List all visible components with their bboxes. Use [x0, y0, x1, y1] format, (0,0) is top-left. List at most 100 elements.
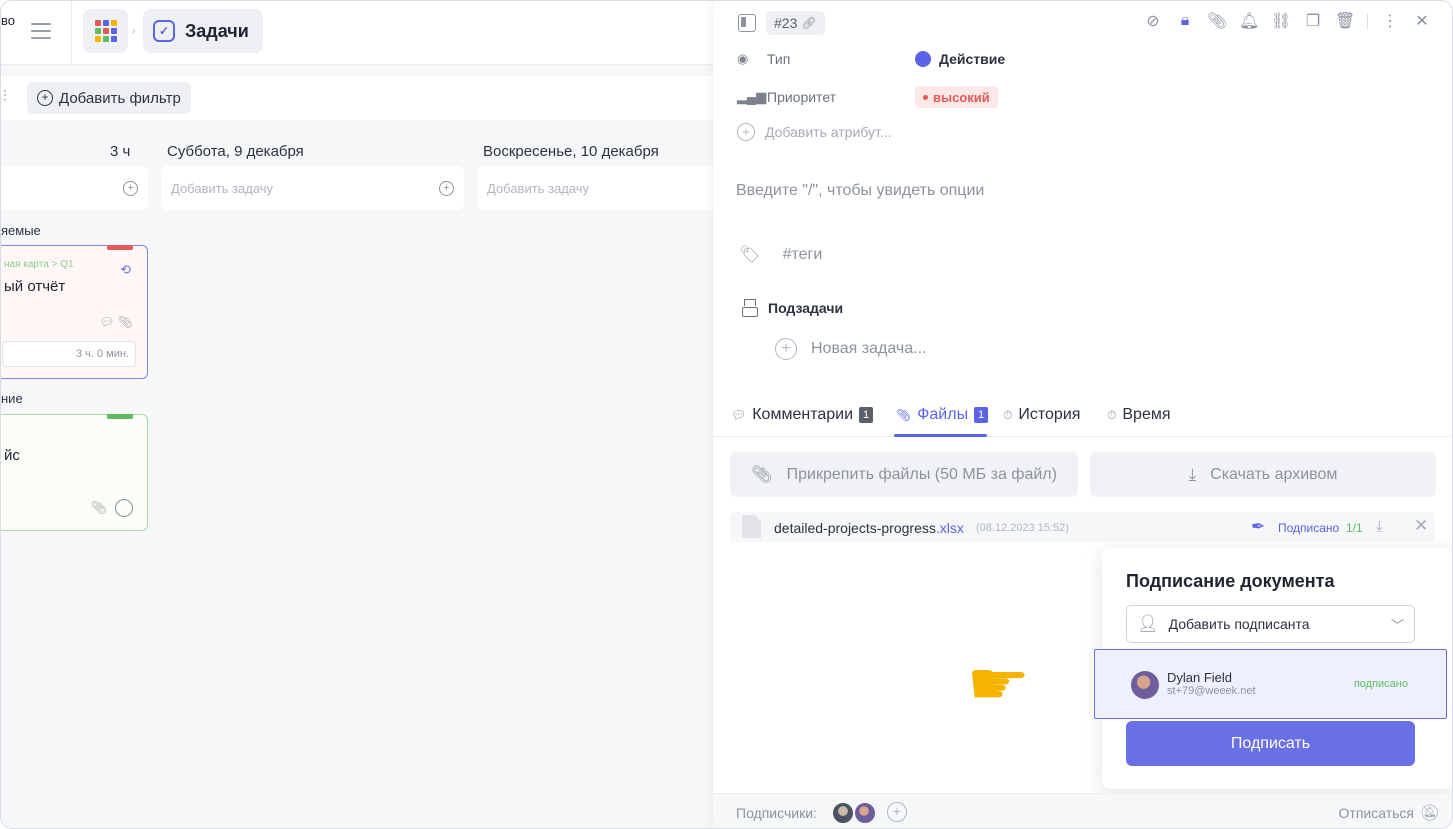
hierarchy-icon[interactable]: ⛓: [1271, 11, 1291, 31]
more-vertical-icon[interactable]: ⋮: [1380, 11, 1400, 31]
trash-icon[interactable]: 🗑︎: [1335, 11, 1355, 31]
priority-marker: [107, 414, 133, 419]
signed-count: 1/1: [1346, 521, 1363, 535]
card-title: йс: [4, 447, 20, 464]
menu-icon[interactable]: [31, 23, 51, 39]
plus-circle-icon[interactable]: +: [439, 180, 454, 196]
add-task-input[interactable]: Добавить задачу +: [161, 166, 464, 210]
breadcrumb-tasks[interactable]: ✓ Задачи: [143, 9, 263, 53]
tab-time[interactable]: ⏱︎ Время: [1107, 393, 1171, 437]
add-signer-select[interactable]: 👤︎ Добавить подписанта ﹀: [1126, 605, 1415, 643]
attach-icon[interactable]: 📎︎: [1207, 11, 1227, 31]
signer-name: Dylan Field: [1167, 670, 1233, 685]
signed-status[interactable]: Подписано: [1278, 521, 1339, 535]
add-signer-label: Добавить подписанта: [1168, 616, 1310, 632]
file-name[interactable]: detailed-projects-progress.xlsx: [774, 520, 964, 536]
active-tab-indicator: [894, 434, 987, 437]
reminder-bell-icon[interactable]: 🔔︎: [1239, 11, 1259, 31]
download-archive-label: Скачать архивом: [1210, 465, 1338, 483]
subtasks-title: Подзадачи: [768, 300, 844, 316]
priority-value: высокий: [933, 89, 990, 105]
filter-sliders-icon[interactable]: ⫶: [3, 88, 7, 105]
top-bar: во › ✓ Задачи: [1, 1, 713, 65]
priority-dot: [923, 94, 928, 100]
sidebar-toggle-icon[interactable]: [738, 14, 756, 32]
add-attribute-button[interactable]: + Добавить атрибут...: [737, 123, 892, 141]
avatar[interactable]: [853, 801, 877, 825]
signer-email: st+79@weeek.net: [1167, 685, 1256, 697]
tab-label: История: [1018, 406, 1081, 423]
add-user-icon: 👤︎: [1137, 614, 1159, 633]
description-editor[interactable]: Введите "/", чтобы увидеть опции: [736, 182, 984, 200]
download-file-icon[interactable]: ⤓: [1376, 518, 1383, 535]
task-detail-panel: #23 🔗︎ ⊘ 🔒︎ 📎︎ 🔔︎ ⛓ ❐ 🗑︎ ⋮ ✕ ◉ Тип Дейст…: [713, 1, 1452, 828]
remove-file-icon[interactable]: ✕: [1414, 516, 1428, 536]
signer-item[interactable]: Dylan Field st+79@weeek.net подписано: [1094, 649, 1447, 719]
attach-files-button[interactable]: 📎︎ Прикрепить файлы (50 МБ за файл): [730, 452, 1078, 497]
sign-button[interactable]: Подписать: [1126, 721, 1415, 766]
add-task-placeholder: Добавить задачу: [487, 180, 590, 196]
lock-icon[interactable]: 🔒︎: [1175, 12, 1195, 30]
add-subscriber-icon[interactable]: +: [887, 802, 907, 822]
tab-history[interactable]: ⏱︎ История: [1003, 393, 1080, 437]
timer-icon: ⏱︎: [1003, 407, 1013, 422]
card-time: 3 ч. 0 мин.: [2, 341, 136, 367]
card-path: ная карта > Q1: [4, 259, 74, 270]
apps-grid-cell: [102, 36, 109, 42]
priority-badge[interactable]: высокий: [915, 86, 998, 108]
download-archive-button[interactable]: ⤓ Скачать архивом: [1090, 452, 1436, 497]
hide-icon[interactable]: ⊘: [1143, 11, 1163, 31]
file-row[interactable]: detailed-projects-progress.xlsx (08.12.2…: [730, 512, 1435, 542]
new-subtask-label: Новая задача...: [811, 340, 927, 357]
tag-icon: 🏷︎: [739, 245, 761, 264]
add-task-placeholder: Добавить задачу: [171, 180, 274, 196]
close-icon[interactable]: ✕: [1412, 11, 1432, 31]
popup-title: Подписание документа: [1126, 571, 1335, 591]
download-icon: ⤓: [1188, 464, 1197, 484]
apps-grid-cell: [94, 36, 101, 42]
attribute-priority[interactable]: ▂▄▆ Приоритет высокий: [737, 85, 998, 109]
attribute-name: Тип: [767, 51, 791, 67]
tags-field[interactable]: 🏷︎ #теги: [739, 245, 822, 265]
apps-grid-icon: [94, 20, 117, 42]
new-subtask-button[interactable]: + Новая задача...: [775, 338, 926, 360]
avatar[interactable]: [831, 801, 855, 825]
attachment-icon: 📎︎: [90, 500, 107, 515]
bell-off-icon[interactable]: 🔕︎: [1420, 803, 1440, 823]
task-card[interactable]: ная карта > Q1 ⟲ ый отчёт 💬︎ 📎︎ 3 ч. 0 м…: [1, 245, 148, 379]
unsubscribe-link[interactable]: Отписаться: [1339, 805, 1414, 821]
add-task-input[interactable]: Добавить задачу: [477, 166, 717, 210]
apps-button[interactable]: [83, 9, 128, 53]
tab-count: 1: [859, 407, 874, 423]
chevron-down-icon: ﹀: [1390, 617, 1404, 633]
type-icon: ◉: [737, 51, 749, 66]
add-task-input[interactable]: +: [1, 166, 148, 210]
signer-status: подписано: [1353, 678, 1408, 690]
workspace-name[interactable]: во: [1, 13, 15, 28]
task-card[interactable]: йс 📎︎: [1, 414, 148, 531]
comment-icon: 💬︎: [731, 408, 747, 422]
tab-label: Файлы: [917, 406, 969, 423]
attribute-type[interactable]: ◉ Тип Действие: [737, 47, 1005, 71]
attribute-value-type[interactable]: Действие: [915, 51, 1005, 67]
priority-bars-icon: ▂▄▆: [737, 89, 767, 104]
task-id: #23: [774, 15, 798, 31]
signature-pen-icon[interactable]: ✒: [1251, 517, 1265, 537]
tags-placeholder: #теги: [782, 246, 823, 263]
column-title: Воскресенье, 10 декабря: [483, 143, 659, 160]
tab-files[interactable]: 📎︎ Файлы 1: [896, 393, 989, 437]
copy-icon[interactable]: ❐: [1303, 11, 1323, 31]
tab-comments[interactable]: 💬︎ Комментарии 1: [731, 393, 874, 437]
complete-checkbox[interactable]: [115, 499, 133, 517]
group-label: ние: [1, 391, 23, 406]
signing-popup: Подписание документа 👤︎ Добавить подписа…: [1094, 548, 1452, 789]
breadcrumb-chevron-icon: ›: [132, 26, 136, 37]
task-id-badge[interactable]: #23 🔗︎: [766, 11, 825, 35]
add-filter-button[interactable]: + Добавить фильтр: [27, 82, 191, 114]
repeat-icon: ⟲: [120, 262, 131, 277]
tab-label: Комментарии: [752, 406, 854, 423]
board-area: во › ✓ Задачи ⫶ + Добавить фильтр 3 ч +: [1, 1, 717, 828]
plus-circle-icon[interactable]: +: [123, 180, 138, 196]
attribute-name: Приоритет: [767, 89, 837, 105]
add-filter-label: Добавить фильтр: [59, 89, 181, 107]
